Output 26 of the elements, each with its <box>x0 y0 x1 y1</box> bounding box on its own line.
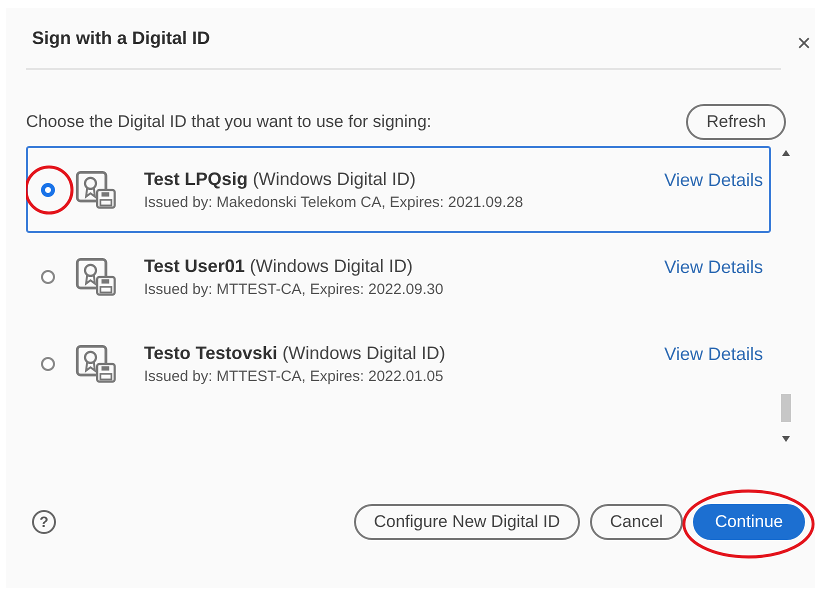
view-details-link[interactable]: View Details <box>664 257 763 278</box>
digital-id-name: Testo Testovski (Windows Digital ID) <box>144 342 446 364</box>
digital-id-item[interactable]: Test LPQsig (Windows Digital ID) Issued by: Makedonski Telekom CA, Expires: 2021.09.28 View Details <box>26 146 771 233</box>
continue-button[interactable]: Continue <box>692 504 805 540</box>
scrollbar-thumb[interactable] <box>781 394 791 422</box>
dialog-button[interactable]: Configure New Digital ID <box>354 504 580 540</box>
refresh-button[interactable]: Refresh <box>686 104 786 140</box>
digital-id-item[interactable]: Testo Testovski (Windows Digital ID) Issued by: MTTEST-CA, Expires: 2022.01.05 View Details <box>26 320 771 407</box>
digital-id-name: Test User01 (Windows Digital ID) <box>144 256 414 276</box>
scroll-up-icon[interactable] <box>782 150 790 156</box>
digital-id-item[interactable]: Test User01 (Windows Digital ID) Issued by: MTTEST-CA, Expires: 2022.09.30 View Details <box>26 233 771 320</box>
dialog-button[interactable]: Cancel <box>590 504 683 540</box>
issuer-text: Issued by: MTTEST-CA, Expires: 2022.09.30 <box>144 280 444 298</box>
dialog-title: Sign with a Digital ID <box>32 28 210 48</box>
radio-button[interactable] <box>41 270 55 284</box>
issuer-text: Issued by: MTTEST-CA, Expires: 2022.01.05 <box>144 368 444 384</box>
issuer-text: Issued by: Makedonski Telekom CA, Expires: 2021.09.28 <box>144 194 524 210</box>
help-button[interactable]: ? <box>32 510 56 534</box>
instruction-text: Choose the Digital ID that you want to use for signing: <box>26 112 432 132</box>
view-details-link[interactable]: View Details <box>664 344 763 365</box>
scroll-down-icon[interactable] <box>782 436 790 442</box>
radio-button[interactable] <box>41 356 55 370</box>
digital-id-name: Test LPQsig (Windows Digital ID) <box>144 168 417 190</box>
radio-button[interactable] <box>41 182 55 196</box>
close-button[interactable]: × <box>796 32 811 56</box>
view-details-link[interactable]: View Details <box>664 170 763 191</box>
